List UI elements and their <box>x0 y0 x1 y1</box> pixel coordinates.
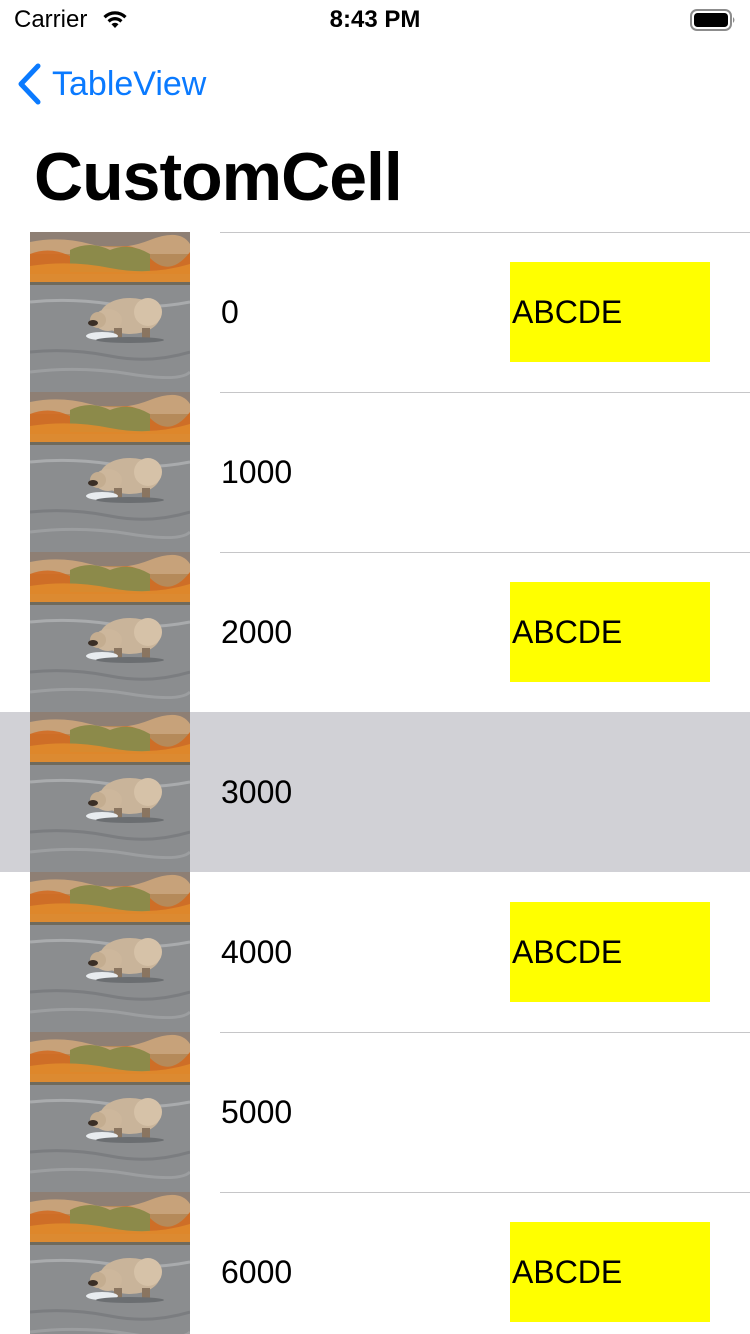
page-title: CustomCell <box>34 139 403 215</box>
row-number-label: 1000 <box>221 454 293 490</box>
bear-photo <box>30 392 190 552</box>
row-badge-label: ABCDE <box>510 262 710 362</box>
row-badge-label: ABCDE <box>510 902 710 1002</box>
row-number-label: 6000 <box>221 1254 293 1290</box>
battery-icon <box>690 9 735 31</box>
status-bar: Carrier 8:43 PM <box>0 0 750 40</box>
bear-photo <box>30 1192 190 1334</box>
bear-photo <box>30 552 190 712</box>
row-badge-label: ABCDE <box>510 582 710 682</box>
row-separator <box>220 392 750 393</box>
table-row[interactable]: 3000 <box>0 712 750 872</box>
table-row[interactable]: 2000 ABCDE <box>0 552 750 712</box>
table-row[interactable]: 4000 ABCDE <box>0 872 750 1032</box>
row-number-label: 2000 <box>221 614 293 650</box>
screen: Carrier 8:43 PM TableView CustomCell 0 A… <box>0 0 750 1334</box>
table-row[interactable]: 1000 <box>0 392 750 552</box>
table-row[interactable]: 0 ABCDE <box>0 232 750 392</box>
row-separator <box>220 1192 750 1193</box>
table-view: 0 ABCDE 1000 2000 ABCDE 3000 4000 ABCDE … <box>0 232 750 1334</box>
row-badge-label: ABCDE <box>510 1222 710 1322</box>
row-separator <box>220 1032 750 1033</box>
row-number-label: 4000 <box>221 934 293 970</box>
back-button[interactable]: TableView <box>16 62 206 106</box>
chevron-left-icon <box>18 63 41 105</box>
row-number-label: 5000 <box>221 1094 293 1130</box>
row-separator <box>220 232 750 233</box>
back-button-label: TableView <box>52 64 207 103</box>
bear-photo <box>30 232 190 392</box>
bear-photo <box>30 1032 190 1192</box>
row-separator <box>220 552 750 553</box>
table-row[interactable]: 6000 ABCDE <box>0 1192 750 1334</box>
row-number-label: 3000 <box>221 774 293 810</box>
table-row[interactable]: 5000 <box>0 1032 750 1192</box>
row-number-label: 0 <box>221 294 239 330</box>
bear-photo <box>30 712 190 872</box>
status-time: 8:43 PM <box>329 6 421 33</box>
bear-photo <box>30 872 190 1032</box>
